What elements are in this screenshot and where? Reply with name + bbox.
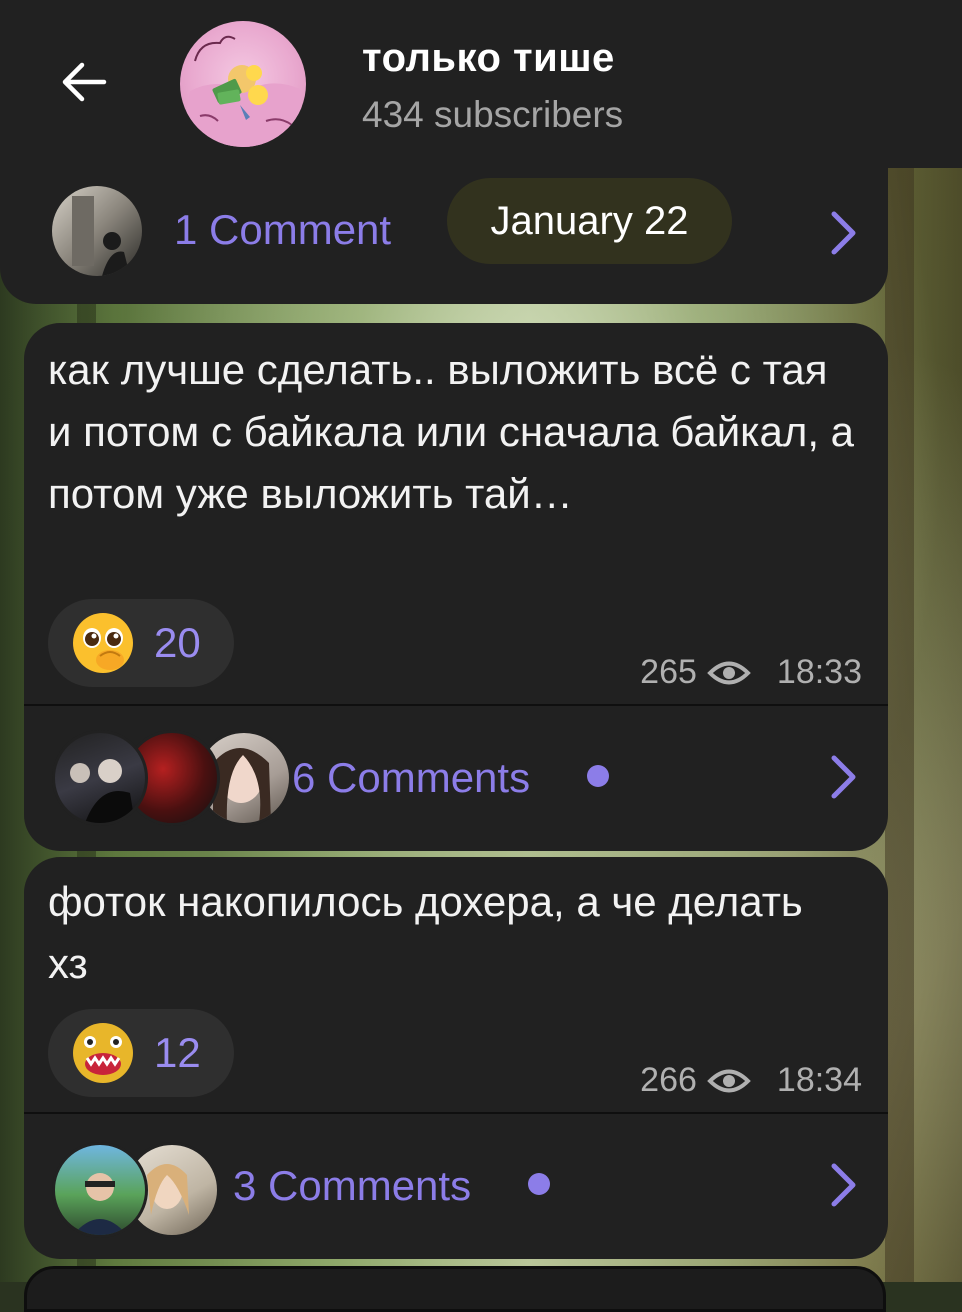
date-chip: January 22 [447, 178, 732, 264]
channel-avatar[interactable] [180, 21, 306, 147]
pleading-face-icon [73, 613, 133, 673]
reaction-count: 12 [154, 1029, 201, 1076]
view-count: 266 [640, 1061, 697, 1099]
post-time: 18:34 [776, 1061, 862, 1099]
chevron-right-icon[interactable] [826, 1160, 860, 1210]
post-meta: 265 18:33 [640, 653, 862, 692]
commenter-avatar [52, 1142, 148, 1238]
comments-link[interactable]: 6 Comments [292, 754, 530, 802]
comments-link[interactable]: 1 Comment [174, 206, 391, 254]
view-count: 265 [640, 653, 697, 691]
unread-dot-icon [528, 1173, 550, 1195]
chevron-right-icon[interactable] [826, 208, 860, 258]
comments-row[interactable]: 6 Comments [24, 706, 888, 851]
channel-post[interactable]: фоток накопилось дохера, а че делать хз … [24, 857, 888, 1259]
eye-icon [707, 1069, 751, 1092]
screaming-face-icon [73, 1023, 133, 1083]
previous-post-comments[interactable]: 1 Comment January 22 [0, 150, 888, 304]
channel-title: только тише [362, 36, 615, 80]
chevron-right-icon[interactable] [826, 752, 860, 802]
next-post-preview[interactable] [24, 1266, 886, 1312]
comments-row[interactable]: 3 Comments [24, 1114, 888, 1259]
post-text: как лучше сделать.. выложить всё с тая и… [48, 346, 855, 517]
commenter-avatar [52, 186, 142, 276]
subscriber-count: 434 subscribers [362, 94, 624, 135]
back-arrow-icon [62, 62, 107, 102]
channel-post[interactable]: как лучше сделать.. выложить всё с тая и… [24, 323, 888, 851]
reaction-button[interactable]: 12 [48, 1009, 234, 1097]
back-button[interactable] [52, 50, 116, 114]
post-meta: 266 18:34 [640, 1061, 862, 1100]
comments-link[interactable]: 3 Comments [233, 1162, 471, 1210]
reaction-button[interactable]: 20 [48, 599, 234, 687]
post-time: 18:33 [776, 653, 862, 691]
eye-icon [707, 661, 751, 684]
reaction-count: 20 [154, 619, 201, 666]
chat-header: только тише 434 subscribers [0, 0, 962, 168]
commenter-avatar [52, 730, 148, 826]
date-label: January 22 [490, 198, 689, 243]
post-text: фоток накопилось дохера, а че делать хз [48, 878, 803, 987]
unread-dot-icon [587, 765, 609, 787]
